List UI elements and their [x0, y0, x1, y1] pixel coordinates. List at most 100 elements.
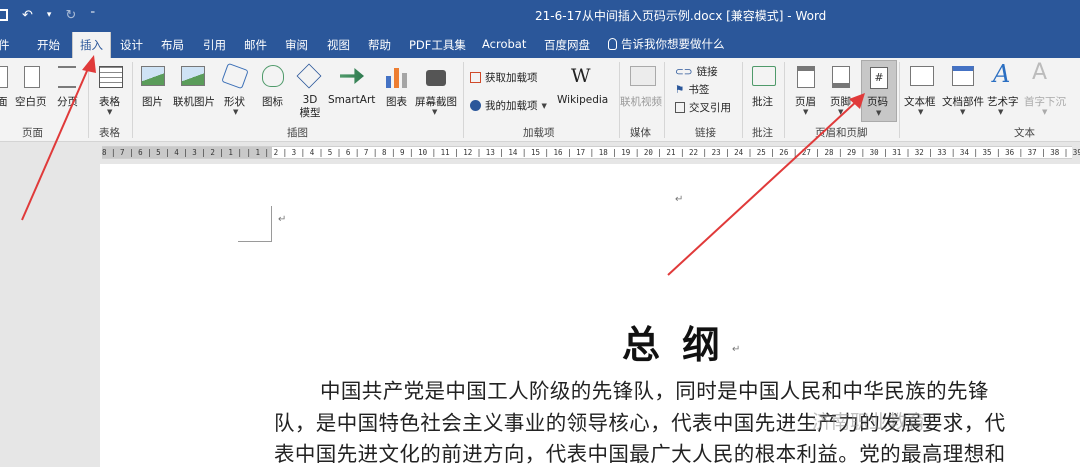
group-separator	[88, 62, 89, 138]
page-number-label: 页码	[867, 96, 888, 108]
page-number-button[interactable]: # 页码 ▼	[861, 60, 897, 122]
online-video-icon	[630, 66, 656, 86]
ribbon-insert: 面 空白页 分页 页面 表格 ▼ 表格 图片 联机图片 形状 ▼ 图标 3D 模…	[0, 58, 1080, 142]
customize-qat-icon[interactable]: ⁼	[90, 10, 95, 20]
quick-parts-button[interactable]: 文档部件	[942, 94, 984, 109]
chevron-down-icon: ▼	[838, 108, 844, 116]
chart-button[interactable]: 图表	[386, 94, 407, 109]
title-bar: ↶ ▾ ↻ ⁼ 21-6-17从中间插入页码示例.docx [兼容模式] - W…	[0, 0, 1080, 30]
group-separator	[463, 62, 464, 138]
picture-icon	[141, 66, 165, 86]
document-title: 21-6-17从中间插入页码示例.docx [兼容模式] - Word	[535, 9, 827, 23]
online-picture-button[interactable]: 联机图片	[173, 94, 215, 109]
wordart-button[interactable]: 艺术字	[987, 94, 1019, 109]
icons-icon	[262, 65, 284, 87]
tab-view[interactable]: 视图	[327, 37, 350, 53]
group-addins-label: 加载项	[523, 127, 555, 139]
textbox-button[interactable]: 文本框	[904, 94, 936, 109]
tab-review[interactable]: 审阅	[285, 37, 308, 53]
tab-baidu-netdisk[interactable]: 百度网盘	[544, 37, 590, 53]
quick-access-toolbar: ↶ ▾ ↻ ⁼	[0, 5, 95, 25]
wikipedia-button[interactable]: Wikipedia	[557, 94, 608, 106]
shapes-button[interactable]: 形状	[224, 94, 245, 109]
cover-page-button[interactable]: 面	[0, 94, 8, 109]
tab-file[interactable]: 件	[0, 37, 10, 53]
comment-button[interactable]: 批注	[752, 94, 773, 109]
screenshot-button[interactable]: 屏幕截图	[415, 94, 457, 109]
link-button[interactable]: ⊂⊃ 链接	[675, 64, 718, 79]
table-icon	[99, 66, 123, 88]
group-text-label: 文本	[1014, 127, 1035, 139]
drop-cap-button[interactable]: 首字下沉	[1024, 94, 1066, 109]
icons-button[interactable]: 图标	[262, 94, 283, 109]
cross-reference-icon	[675, 102, 685, 113]
paragraph-mark: ↵	[732, 344, 741, 355]
ruler-marks: 8 | 7 | 6 | 5 | 4 | 3 | 2 | 1 | | 1 | 2 …	[102, 148, 1080, 157]
header-button[interactable]: 页眉	[795, 94, 816, 109]
chevron-down-icon: ▼	[918, 108, 924, 116]
group-separator	[664, 62, 665, 138]
chart-icon	[386, 66, 408, 88]
table-button[interactable]: 表格	[99, 94, 120, 109]
group-separator	[784, 62, 785, 138]
group-pages-label: 页面	[22, 127, 43, 139]
chevron-down-icon: ▼	[233, 108, 239, 116]
document-line-1: 中国共产党是中国工人阶级的先锋队，同时是中国人民和中华民族的先锋	[320, 379, 989, 403]
group-illustrations-label: 插图	[287, 127, 308, 139]
document-page[interactable]: ↵ ↵ 总纲 ↵ 中国共产党是中国工人阶级的先锋队，同时是中国人民和中华民族的先…	[100, 164, 1080, 467]
my-addins-button[interactable]: 我的加载项 ▼	[470, 98, 547, 113]
footer-icon	[832, 66, 850, 88]
tab-references[interactable]: 引用	[203, 37, 226, 53]
wordart-icon: A	[993, 60, 1011, 88]
caret-icon[interactable]: ▾	[47, 10, 52, 20]
tab-acrobat[interactable]: Acrobat	[482, 37, 526, 51]
blank-page-button[interactable]: 空白页	[15, 94, 47, 109]
screenshot-icon	[426, 70, 446, 86]
ribbon-tabs: 件 开始 插入 设计 布局 引用 邮件 审阅 视图 帮助 PDF工具集 Acro…	[0, 30, 1080, 58]
cover-page-icon	[0, 66, 8, 88]
tab-design[interactable]: 设计	[120, 37, 143, 53]
smartart-button[interactable]: SmartArt	[328, 94, 375, 106]
document-heading: 总纲	[622, 322, 743, 367]
tab-layout[interactable]: 布局	[161, 37, 184, 53]
tell-me-search[interactable]: 告诉我你想要做什么	[608, 36, 725, 52]
header-icon	[797, 66, 815, 88]
textbox-icon	[910, 66, 934, 86]
paragraph-mark: ↵	[278, 214, 287, 225]
save-icon[interactable]	[0, 9, 8, 21]
3d-models-button[interactable]: 3D 模型	[299, 94, 321, 120]
store-icon	[470, 72, 481, 83]
addin-icon	[470, 100, 481, 111]
comment-icon	[752, 66, 776, 86]
wikipedia-icon: W	[571, 65, 591, 87]
cross-reference-button[interactable]: 交叉引用	[675, 100, 731, 115]
bookmark-icon: ⚑	[675, 83, 685, 96]
tab-insert[interactable]: 插入	[72, 32, 111, 58]
picture-button[interactable]: 图片	[142, 94, 163, 109]
crop-mark-top-left	[238, 206, 272, 242]
watermark-text: 济南职业教育	[812, 411, 927, 433]
tab-pdf-tools[interactable]: PDF工具集	[409, 37, 466, 53]
quick-parts-icon	[952, 66, 974, 86]
chevron-down-icon: ▼	[960, 108, 966, 116]
blank-page-icon	[24, 66, 40, 88]
bookmark-button[interactable]: ⚑ 书签	[675, 82, 709, 97]
undo-icon[interactable]: ↶	[22, 8, 33, 23]
group-media-label: 媒体	[630, 127, 651, 139]
tab-mailings[interactable]: 邮件	[244, 37, 267, 53]
footer-button[interactable]: 页脚	[830, 94, 851, 109]
horizontal-ruler[interactable]: 8 | 7 | 6 | 5 | 4 | 3 | 2 | 1 | | 1 | 2 …	[0, 143, 1080, 161]
tab-help[interactable]: 帮助	[368, 37, 391, 53]
group-tables-label: 表格	[99, 127, 120, 139]
chevron-down-icon: ▼	[1042, 108, 1048, 116]
page-break-button[interactable]: 分页	[57, 94, 78, 109]
document-line-3: 表中国先进文化的前进方向，代表中国最广大人民的根本利益。党的最高理想和	[274, 442, 1006, 466]
online-video-button[interactable]: 联机视频	[620, 94, 662, 109]
lightbulb-icon	[608, 38, 617, 50]
page-number-icon: #	[870, 67, 888, 89]
redo-icon[interactable]: ↻	[65, 8, 76, 23]
group-comments-label: 批注	[752, 127, 773, 139]
get-addins-button[interactable]: 获取加载项	[470, 70, 538, 85]
tab-home[interactable]: 开始	[37, 37, 60, 53]
page-break-icon	[58, 66, 76, 88]
